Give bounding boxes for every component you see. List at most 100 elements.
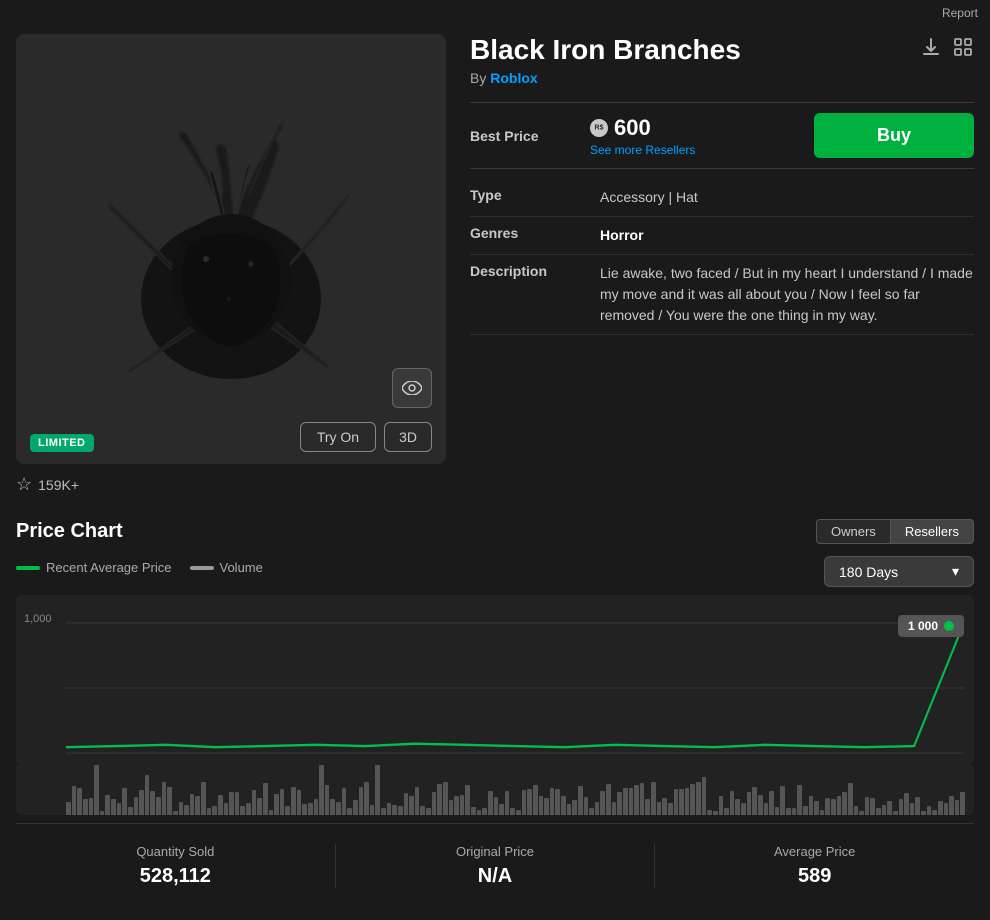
volume-bar xyxy=(269,810,274,815)
volume-bar xyxy=(252,790,257,815)
volume-bar xyxy=(921,811,926,815)
volume-bar xyxy=(752,787,757,815)
volume-bar xyxy=(370,805,375,815)
volume-bar xyxy=(207,808,212,815)
try-on-button[interactable]: Try On xyxy=(300,422,376,452)
download-icon[interactable] xyxy=(920,36,942,64)
volume-bar xyxy=(128,807,133,815)
volume-bar xyxy=(482,808,487,815)
volume-bar xyxy=(938,801,943,815)
volume-bar xyxy=(359,787,364,815)
volume-bar xyxy=(870,798,875,815)
volume-bar xyxy=(218,795,223,815)
volume-bar xyxy=(629,788,634,815)
volume-bar xyxy=(437,784,442,815)
volume-bar xyxy=(145,775,150,815)
volume-bar xyxy=(555,789,560,815)
creator-link[interactable]: Roblox xyxy=(490,70,537,86)
volume-bar xyxy=(848,783,853,815)
volume-bar xyxy=(741,803,746,815)
volume-bar xyxy=(949,796,954,815)
item-title-row: Black Iron Branches xyxy=(470,34,974,66)
volume-bar xyxy=(139,790,144,815)
volume-bar xyxy=(803,806,808,815)
volume-bar xyxy=(814,801,819,815)
chart-tabs: Owners Resellers xyxy=(816,519,974,544)
see-resellers-link[interactable]: See more Resellers xyxy=(590,143,814,157)
tab-resellers[interactable]: Resellers xyxy=(891,519,974,544)
volume-bar xyxy=(567,804,572,815)
volume-bar xyxy=(685,788,690,815)
type-row: Type Accessory | Hat xyxy=(470,179,974,217)
volume-bar xyxy=(842,792,847,815)
volume-bar xyxy=(572,800,577,815)
volume-bar xyxy=(595,802,600,815)
volume-bars xyxy=(16,765,974,815)
volume-bar xyxy=(319,765,324,815)
item-image xyxy=(71,79,391,419)
price-row: Best Price 600 See more Resellers Buy xyxy=(470,113,974,158)
volume-bar xyxy=(859,811,864,815)
volume-bar xyxy=(915,797,920,815)
volume-bar xyxy=(510,808,515,815)
volume-bar xyxy=(454,796,459,815)
volume-bar xyxy=(944,803,949,815)
volume-bar xyxy=(668,803,673,815)
volume-bar xyxy=(325,785,330,815)
volume-bar xyxy=(786,808,791,815)
view-button[interactable] xyxy=(392,368,432,408)
volume-bar xyxy=(263,783,268,815)
legend-volume: Volume xyxy=(190,560,263,575)
left-panel: Try On 3D LIMITED ☆ 159K+ xyxy=(16,34,446,495)
volume-bar xyxy=(539,796,544,815)
volume-bar xyxy=(274,794,279,815)
volume-bar xyxy=(117,803,122,815)
volume-bar xyxy=(910,803,915,815)
volume-bar xyxy=(837,796,842,815)
volume-bar xyxy=(347,808,352,815)
favorite-star-icon[interactable]: ☆ xyxy=(16,474,32,495)
volume-bar xyxy=(623,788,628,815)
volume-bar xyxy=(443,782,448,815)
genres-label: Genres xyxy=(470,225,600,241)
item-title: Black Iron Branches xyxy=(470,34,741,66)
top-bar: Report xyxy=(0,0,990,26)
volume-bar xyxy=(212,806,217,815)
volume-bar xyxy=(634,785,639,815)
eye-icon xyxy=(402,381,422,395)
volume-bar xyxy=(426,808,431,815)
volume-bar xyxy=(353,800,358,815)
volume-bar xyxy=(747,792,752,815)
volume-bar xyxy=(657,802,662,815)
volume-bar xyxy=(167,787,172,815)
price-chart-title: Price Chart xyxy=(16,520,123,543)
volume-bar xyxy=(111,799,116,815)
volume-bar xyxy=(364,782,369,815)
volume-bar xyxy=(100,811,105,815)
volume-bar xyxy=(769,791,774,815)
volume-bar xyxy=(246,803,251,815)
configure-icon[interactable] xyxy=(952,36,974,64)
volume-bar xyxy=(72,786,77,815)
tab-owners[interactable]: Owners xyxy=(816,519,891,544)
volume-bar xyxy=(488,791,493,815)
volume-bar xyxy=(606,784,611,815)
volume-bar xyxy=(882,805,887,815)
days-selector[interactable]: 180 Days ▾ xyxy=(824,556,974,587)
volume-bar xyxy=(820,810,825,815)
volume-bar xyxy=(533,785,538,815)
report-link[interactable]: Report xyxy=(942,6,978,20)
volume-bar xyxy=(589,808,594,815)
volume-bar xyxy=(780,786,785,815)
three-d-button[interactable]: 3D xyxy=(384,422,432,452)
stat-original-price: Original Price N/A xyxy=(336,844,655,888)
volume-bar xyxy=(285,806,290,815)
buy-button[interactable]: Buy xyxy=(814,113,974,158)
volume-bar xyxy=(707,810,712,815)
limited-badge: LIMITED xyxy=(30,434,94,452)
volume-bar xyxy=(280,789,285,815)
divider-1 xyxy=(470,102,974,103)
volume-bar xyxy=(297,790,302,815)
divider-2 xyxy=(470,168,974,169)
creator-row: By Roblox xyxy=(470,70,974,86)
